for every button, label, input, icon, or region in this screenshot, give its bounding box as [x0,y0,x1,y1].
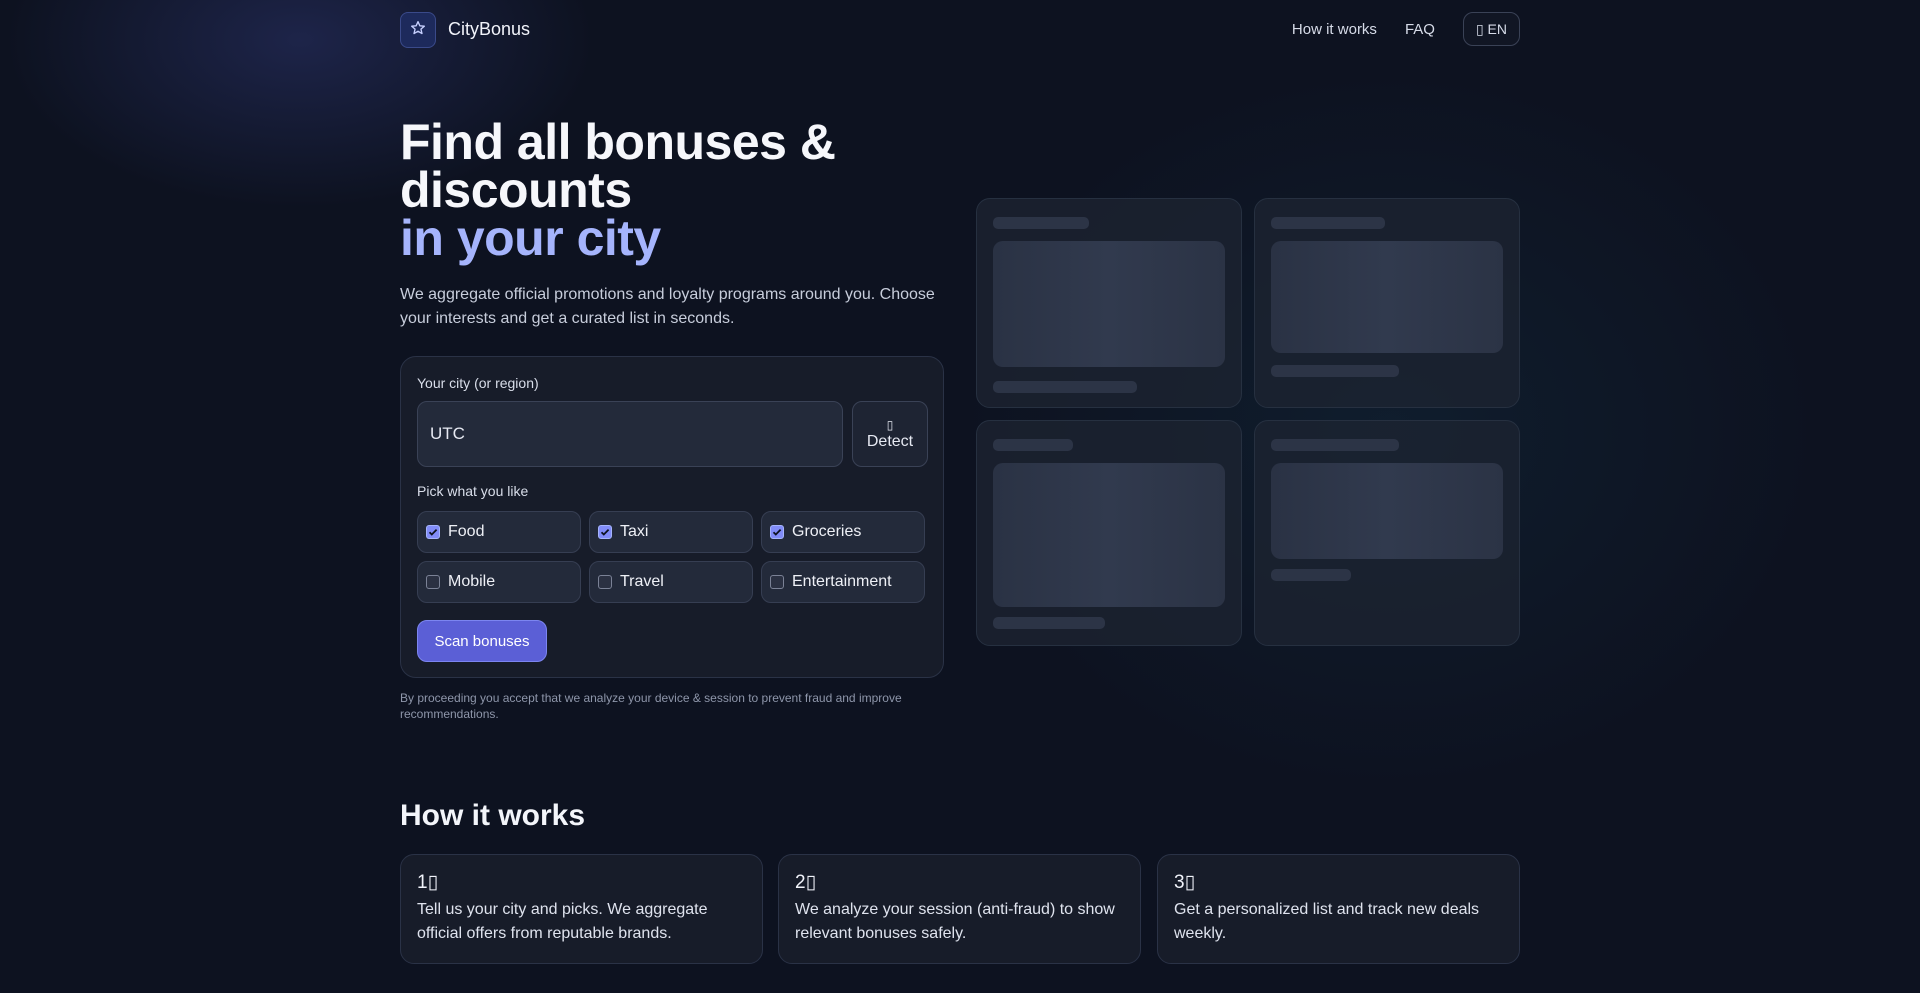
category-label: Travel [620,573,664,590]
category-label: Groceries [792,523,862,540]
detect-label: Detect [866,433,914,450]
category-label: Mobile [448,573,496,590]
skeleton-line [1271,365,1399,377]
checkbox-checked-icon[interactable] [598,525,612,539]
step-card: 1▯ Tell us your city and picks. We aggre… [400,854,763,964]
scan-bonuses-button[interactable]: Scan bonuses [417,620,547,662]
nav-how-it-works[interactable]: How it works [1292,21,1377,38]
skeleton-image [993,463,1225,607]
skeleton-card [1254,420,1520,646]
detect-button[interactable]: ▯ Detect [852,401,928,467]
category-label: Taxi [620,523,649,540]
pick-label: Pick what you like [417,483,529,499]
skeleton-image [993,241,1225,367]
skeleton-image [1271,463,1503,559]
step-number: 3▯ [1174,872,1196,893]
category-groceries[interactable]: Groceries [761,511,925,553]
skeleton-line [993,439,1073,451]
checkbox-checked-icon[interactable] [770,525,784,539]
checkbox-unchecked-icon[interactable] [598,575,612,589]
skeleton-image [1271,241,1503,353]
skeleton-line [993,217,1089,229]
skeleton-card [976,198,1242,408]
category-label: Entertainment [792,573,892,590]
nav-faq[interactable]: FAQ [1405,21,1435,38]
category-travel[interactable]: Travel [589,561,753,603]
search-form-card: Your city (or region) ▯ Detect Pick what… [400,356,944,678]
step-card: 2▯ We analyze your session (anti-fraud) … [778,854,1141,964]
hero-lead: We aggregate official promotions and loy… [400,286,935,327]
step-number: 1▯ [417,872,439,893]
main-nav: How it works FAQ ▯ EN [1292,12,1520,46]
skeleton-line [1271,439,1399,451]
brand-name[interactable]: CityBonus [448,19,530,40]
category-taxi[interactable]: Taxi [589,511,753,553]
hero-title-accent: in your city [400,210,661,266]
logo[interactable] [400,12,436,48]
step-number: 2▯ [795,872,817,893]
category-entertainment[interactable]: Entertainment [761,561,925,603]
skeleton-line [1271,569,1351,581]
how-it-works-title: How it works [400,799,586,832]
step-text: Get a personalized list and track new de… [1174,901,1480,942]
category-food[interactable]: Food [417,511,581,553]
skeleton-line [993,617,1105,629]
step-text: Tell us your city and picks. We aggregat… [417,901,708,942]
checkbox-unchecked-icon[interactable] [426,575,440,589]
category-mobile[interactable]: Mobile [417,561,581,603]
checkbox-unchecked-icon[interactable] [770,575,784,589]
checkbox-checked-icon[interactable] [426,525,440,539]
top-header: CityBonus How it works FAQ ▯ EN [400,12,1520,48]
location-icon: ▯ [886,418,894,432]
skeleton-card [1254,198,1520,408]
skeleton-line [993,381,1137,393]
category-label: Food [448,523,485,540]
language-button[interactable]: ▯ EN [1462,12,1520,46]
city-input[interactable] [417,401,843,467]
step-card: 3▯ Get a personalized list and track new… [1157,854,1520,964]
hero-title: Find all bonuses & discounts in your cit… [400,117,960,266]
step-text: We analyze your session (anti-fraud) to … [795,901,1115,942]
star-icon [410,20,426,41]
consent-note: By proceeding you accept that we analyze… [400,691,902,721]
skeleton-card [976,420,1242,646]
skeleton-line [1271,217,1385,229]
city-label: Your city (or region) [417,375,539,391]
